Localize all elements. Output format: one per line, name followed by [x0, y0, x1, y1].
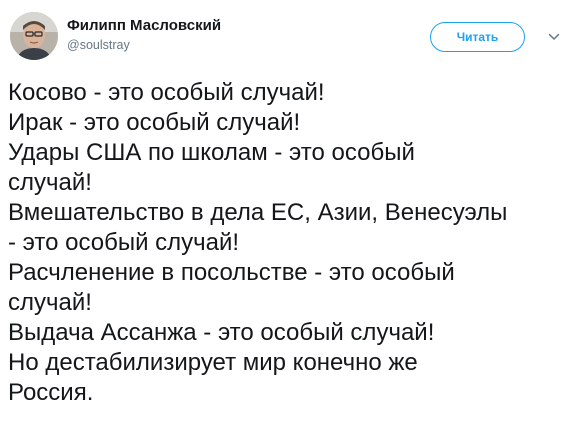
tweet-line: Россия.	[8, 379, 94, 406]
tweet-card: Филипп Масловский @soulstray Читать Косо…	[0, 0, 569, 431]
tweet-line: Выдача Ассанжа - это особый случай!	[8, 319, 435, 346]
user-info: Филипп Масловский @soulstray	[67, 17, 221, 54]
author-display-name[interactable]: Филипп Масловский	[67, 17, 221, 35]
tweet-line: - это особый случай!	[8, 229, 240, 256]
tweet-line: Но дестабилизирует мир конечно же	[8, 349, 418, 376]
chevron-down-icon[interactable]	[548, 30, 560, 42]
tweet-text: Косово - это особый случай! Ирак - это о…	[8, 78, 560, 408]
tweet-line: случай!	[8, 289, 92, 316]
tweet-header: Филипп Масловский @soulstray Читать	[10, 12, 560, 64]
tweet-line: случай!	[8, 169, 92, 196]
tweet-line: Ирак - это особый случай!	[8, 109, 301, 136]
avatar-image	[10, 12, 58, 60]
tweet-line: Косово - это особый случай!	[8, 79, 325, 106]
tweet-line: Удары США по школам - это особый	[8, 139, 415, 166]
tweet-line: Вмешательство в дела ЕС, Азии, Венесуэлы	[8, 199, 508, 226]
author-handle[interactable]: @soulstray	[67, 37, 221, 54]
follow-button[interactable]: Читать	[430, 22, 525, 52]
tweet-line: Расчленение в посольстве - это особый	[8, 259, 455, 286]
avatar[interactable]	[10, 12, 58, 60]
chevron-down-icon-glyph	[548, 33, 560, 40]
